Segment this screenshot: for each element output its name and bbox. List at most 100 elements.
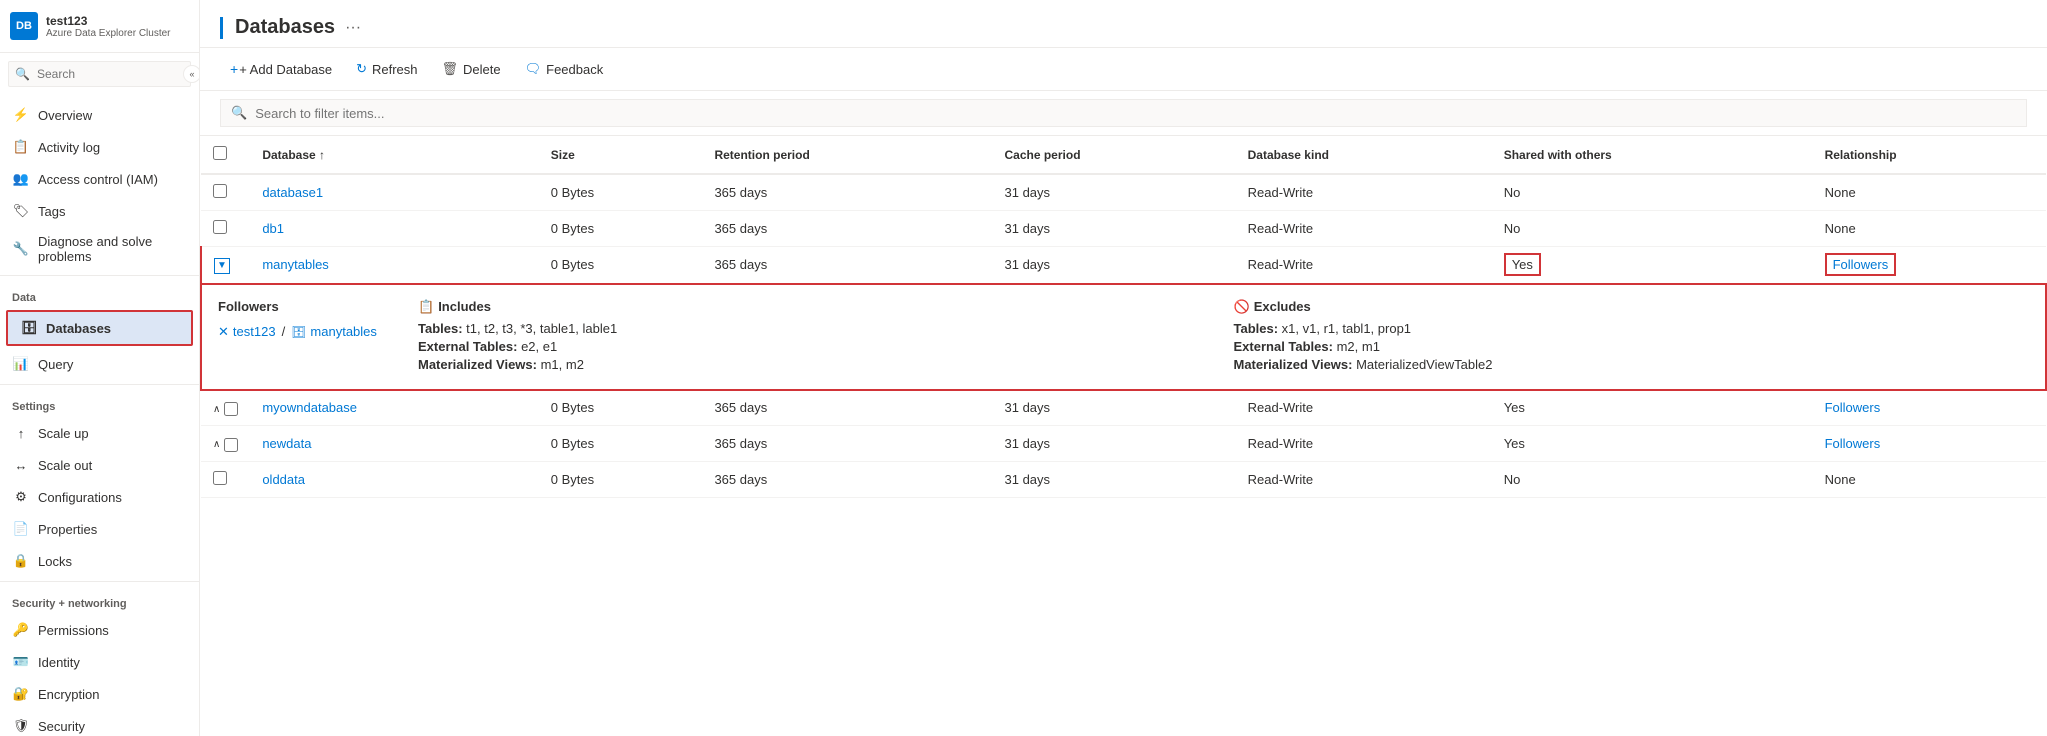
row-size: 0 Bytes [539, 247, 703, 284]
feedback-label: Feedback [546, 62, 603, 77]
row-database-name: myowndatabase [250, 390, 538, 426]
excludes-ext-tables-label: External Tables: [1234, 339, 1337, 354]
row-relationship: None [1813, 461, 2046, 497]
row-kind: Read-Write [1236, 461, 1492, 497]
row-retention: 365 days [702, 247, 992, 284]
row-checkbox[interactable] [224, 402, 238, 416]
sidebar-item-tags[interactable]: 🏷 Tags [0, 195, 199, 227]
filter-input[interactable] [255, 106, 2016, 121]
database-link[interactable]: manytables [262, 257, 328, 272]
database-link[interactable]: olddata [262, 472, 305, 487]
databases-table: Database ↑ Size Retention period Cache p… [200, 136, 2047, 498]
delete-icon: 🗑 [442, 61, 459, 77]
select-all-checkbox[interactable] [213, 146, 227, 160]
encryption-icon: 🔐 [12, 685, 30, 703]
sidebar-item-diagnose[interactable]: 🔧 Diagnose and solve problems [0, 227, 199, 271]
row-checkbox-cell: ∧ [201, 426, 250, 462]
col-shared: Shared with others [1492, 136, 1813, 174]
feedback-icon: 🗨 [525, 61, 542, 77]
sidebar-item-properties[interactable]: 📄 Properties [0, 513, 199, 545]
col-cache: Cache period [993, 136, 1236, 174]
excludes-col: 🚫 Excludes Tables: x1, v1, r1, tabl1, pr… [1234, 299, 2030, 375]
database-link[interactable]: database1 [262, 185, 323, 200]
row-cache: 31 days [993, 174, 1236, 211]
more-options-button[interactable]: ··· [345, 19, 361, 37]
sidebar-item-encryption[interactable]: 🔐 Encryption [0, 678, 199, 710]
sidebar-item-identity-label: Identity [38, 655, 80, 670]
add-icon: + [230, 61, 238, 77]
sidebar-item-properties-label: Properties [38, 522, 97, 537]
sidebar-item-permissions[interactable]: 🔑 Permissions [0, 614, 199, 646]
collapse-icon[interactable]: ∧ [213, 439, 220, 450]
row-checkbox[interactable] [224, 438, 238, 452]
followers-col-label: Followers [218, 299, 279, 314]
sidebar-item-activity-log[interactable]: 📋 Activity log [0, 131, 199, 163]
add-database-label: + Add Database [239, 62, 332, 77]
sidebar-item-security[interactable]: 🛡 Security [0, 710, 199, 736]
sidebar-item-scale-up[interactable]: ↑ Scale up [0, 417, 199, 449]
add-database-button[interactable]: + + Add Database [220, 56, 342, 82]
sidebar-item-access-control[interactable]: 👥 Access control (IAM) [0, 163, 199, 195]
filter-search-icon: 🔍 [231, 105, 247, 121]
database-link[interactable]: newdata [262, 436, 311, 451]
row-cache: 31 days [993, 211, 1236, 247]
sidebar-item-locks[interactable]: 🔒 Locks [0, 545, 199, 577]
row-cache: 31 days [993, 461, 1236, 497]
sidebar-item-scale-out[interactable]: ↔ Scale out [0, 449, 199, 481]
path-separator: / [282, 324, 286, 339]
access-control-icon: 👥 [12, 170, 30, 188]
row-checkbox[interactable] [213, 184, 227, 198]
row-kind: Read-Write [1236, 211, 1492, 247]
title-accent [220, 17, 223, 39]
delete-button[interactable]: 🗑 Delete [432, 56, 511, 82]
feedback-button[interactable]: 🗨 Feedback [515, 56, 614, 82]
followers-link[interactable]: Followers [1825, 400, 1881, 415]
query-icon: 📊 [12, 355, 30, 373]
includes-ext-tables-value: e2, e1 [521, 339, 557, 354]
row-checkbox-cell [201, 461, 250, 497]
expand-icon[interactable]: ▼ [217, 260, 227, 271]
row-relationship: None [1813, 174, 2046, 211]
table-row: ∧ myowndatabase 0 Bytes 365 days 31 days… [201, 390, 2046, 426]
database-link[interactable]: db1 [262, 221, 284, 236]
refresh-label: Refresh [372, 62, 418, 77]
sidebar-item-configurations[interactable]: ⚙ Configurations [0, 481, 199, 513]
followers-badge[interactable]: Followers [1825, 253, 1897, 276]
cluster-name-link[interactable]: test123 [233, 324, 276, 339]
collapse-sidebar-button[interactable]: « [183, 65, 200, 83]
excludes-mat-views-label: Materialized Views: [1234, 357, 1357, 372]
app-logo: DB [10, 12, 38, 40]
includes-external-tables: External Tables: e2, e1 [418, 339, 1214, 354]
security-icon: 🛡 [12, 717, 30, 735]
row-checkbox[interactable] [213, 471, 227, 485]
sidebar-item-overview[interactable]: ⚡ Overview [0, 99, 199, 131]
row-shared: No [1492, 174, 1813, 211]
sidebar-item-query-label: Query [38, 357, 73, 372]
col-database[interactable]: Database ↑ [250, 136, 538, 174]
refresh-button[interactable]: ↻ Refresh [346, 56, 427, 82]
db-name-link[interactable]: manytables [310, 324, 376, 339]
followers-panel: Followers ✕ test123 / 🗄 manytables [202, 285, 2045, 389]
main-content: Databases ··· + + Add Database ↻ Refresh… [200, 0, 2047, 736]
sidebar-item-databases[interactable]: 🗄 Databases [8, 312, 191, 344]
sidebar-item-security-label: Security [38, 719, 85, 734]
includes-icon: 📋 [418, 299, 434, 315]
scale-up-icon: ↑ [12, 424, 30, 442]
row-retention: 365 days [702, 461, 992, 497]
search-input[interactable] [8, 61, 191, 87]
followers-link[interactable]: Followers [1825, 436, 1881, 451]
row-checkbox[interactable] [213, 220, 227, 234]
col-size: Size [539, 136, 703, 174]
sidebar-item-scale-up-label: Scale up [38, 426, 89, 441]
sidebar-item-identity[interactable]: 🪪 Identity [0, 646, 199, 678]
collapse-icon[interactable]: ∧ [213, 404, 220, 415]
followers-col-header: Followers [218, 299, 398, 314]
includes-tables-value: t1, t2, t3, *3, table1, lable1 [466, 321, 617, 336]
database-link[interactable]: myowndatabase [262, 400, 357, 415]
row-retention: 365 days [702, 426, 992, 462]
sidebar-item-query[interactable]: 📊 Query [0, 348, 199, 380]
row-database-name: olddata [250, 461, 538, 497]
row-checkbox-cell: ∧ [201, 390, 250, 426]
excludes-tables-value: x1, v1, r1, tabl1, prop1 [1282, 321, 1411, 336]
includes-col-header: 📋 Includes [418, 299, 1214, 315]
